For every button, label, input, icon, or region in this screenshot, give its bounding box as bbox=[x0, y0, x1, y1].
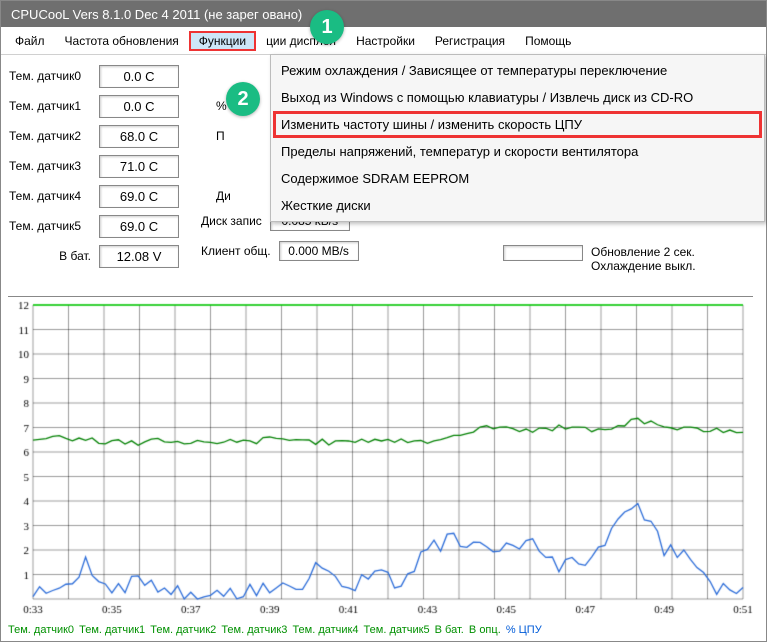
dropdown-item-hard-disks[interactable]: Жесткие диски bbox=[273, 192, 762, 219]
annotation-marker-2: 2 bbox=[226, 82, 260, 116]
temp-sensor5-label: Тем. датчик5 bbox=[9, 219, 99, 233]
mid-row-pct bbox=[216, 61, 231, 91]
dropdown-item-cooling-mode[interactable]: Режим охлаждения / Зависящее от температ… bbox=[273, 57, 762, 84]
status-cooling: Охлаждение выкл. bbox=[591, 259, 696, 273]
status-refresh: Обновление 2 сек. bbox=[591, 245, 696, 259]
legend-temp3: Тем. датчик3 bbox=[221, 624, 287, 636]
temp-sensor5-value: 69.0 C bbox=[99, 215, 179, 238]
window-titlebar: CPUCooL Vers 8.1.0 Dec 4 2011 (не зарег … bbox=[1, 1, 766, 27]
temp-sensor0-value: 0.0 C bbox=[99, 65, 179, 88]
legend-temp5: Тем. датчик5 bbox=[364, 624, 430, 636]
mid-row-p: П bbox=[216, 121, 231, 151]
legend-temp4: Тем. датчик4 bbox=[292, 624, 358, 636]
temp-sensor3-value: 71.0 C bbox=[99, 155, 179, 178]
temp-sensor4-label: Тем. датчик4 bbox=[9, 189, 99, 203]
temp-sensor2-value: 68.0 C bbox=[99, 125, 179, 148]
menu-registration[interactable]: Регистрация bbox=[425, 31, 515, 51]
mid-row-di: Ди bbox=[216, 181, 231, 211]
dropdown-item-limits[interactable]: Пределы напряжений, температур и скорост… bbox=[273, 138, 762, 165]
dropdown-item-exit-windows[interactable]: Выход из Windows с помощью клавиатуры / … bbox=[273, 84, 762, 111]
menu-functions[interactable]: Функции bbox=[189, 31, 256, 51]
dropdown-item-sdram-eeprom[interactable]: Содержимое SDRAM EEPROM bbox=[273, 165, 762, 192]
functions-dropdown-menu: Режим охлаждения / Зависящее от температ… bbox=[270, 54, 765, 222]
temp-sensor0-label: Тем. датчик0 bbox=[9, 69, 99, 83]
temp-sensor3-label: Тем. датчик3 bbox=[9, 159, 99, 173]
line-chart-canvas bbox=[8, 297, 753, 617]
legend-vbat: В бат. bbox=[435, 624, 464, 636]
legend-cpu: % ЦПУ bbox=[506, 624, 542, 636]
client-total-value: 0.000 MB/s bbox=[279, 241, 359, 261]
vbat-label: В бат. bbox=[9, 249, 99, 263]
temp-sensor4-value: 69.0 C bbox=[99, 185, 179, 208]
legend-vopc: В опц. bbox=[469, 624, 501, 636]
disk-write-label: Диск запис bbox=[201, 214, 262, 228]
temp-sensor2-label: Тем. датчик2 bbox=[9, 129, 99, 143]
menu-file[interactable]: Файл bbox=[5, 31, 55, 51]
unknown-inset-field bbox=[503, 245, 583, 261]
annotation-marker-1: 1 bbox=[310, 10, 344, 44]
mid-row-blank bbox=[216, 151, 231, 181]
temp-sensor1-label: Тем. датчик1 bbox=[9, 99, 99, 113]
window-title: CPUCooL Vers 8.1.0 Dec 4 2011 (не зарег … bbox=[11, 7, 302, 22]
menu-settings[interactable]: Настройки bbox=[346, 31, 425, 51]
menu-help[interactable]: Помощь bbox=[515, 31, 581, 51]
chart-area bbox=[8, 296, 753, 628]
menu-bar: Файл Частота обновления Функции ции дисп… bbox=[1, 27, 766, 55]
vbat-value: 12.08 V bbox=[99, 245, 179, 268]
dropdown-item-change-bus-freq[interactable]: Изменить частоту шины / изменить скорост… bbox=[273, 111, 762, 138]
legend-temp2: Тем. датчик2 bbox=[150, 624, 216, 636]
legend-temp0: Тем. датчик0 bbox=[8, 624, 74, 636]
client-total-label: Клиент общ. bbox=[201, 244, 271, 258]
menu-refresh-rate[interactable]: Частота обновления bbox=[55, 31, 189, 51]
temp-sensor1-value: 0.0 C bbox=[99, 95, 179, 118]
chart-legend: Тем. датчик0 Тем. датчик1 Тем. датчик2 Т… bbox=[8, 624, 544, 636]
legend-temp1: Тем. датчик1 bbox=[79, 624, 145, 636]
